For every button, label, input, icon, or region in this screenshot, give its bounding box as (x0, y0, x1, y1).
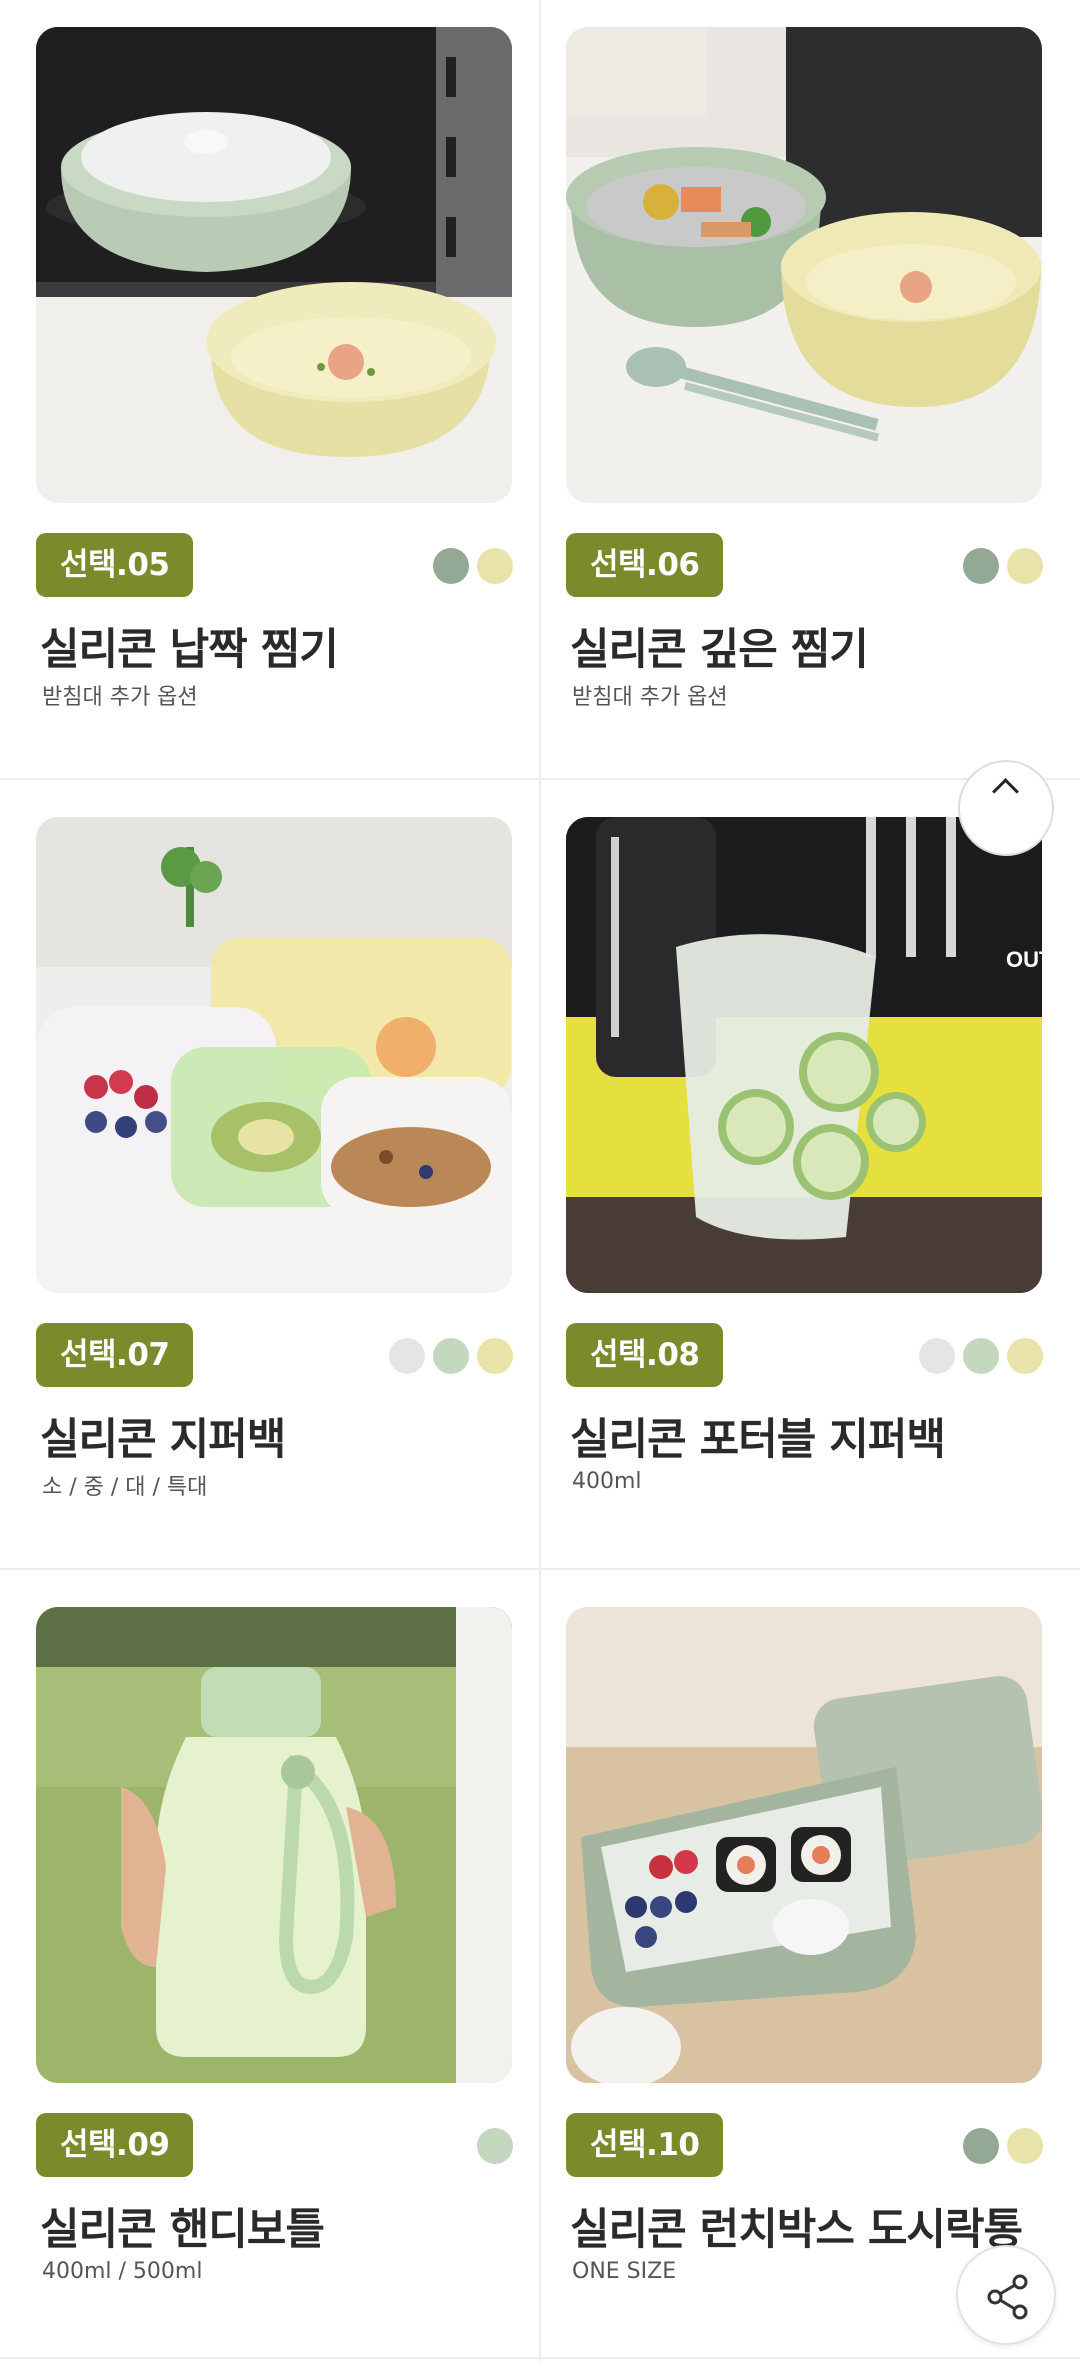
color-swatch[interactable] (963, 548, 999, 584)
product-title[interactable]: 실리콘 깊은 찜기 (570, 615, 869, 677)
color-swatches (477, 2128, 513, 2164)
product-image[interactable] (566, 1607, 1042, 2083)
color-swatch[interactable] (433, 548, 469, 584)
brand-badge: OUT (1006, 947, 1042, 972)
product-image[interactable] (566, 27, 1042, 503)
product-title[interactable]: 실리콘 런치박스 도시락통 (570, 2195, 1023, 2257)
color-swatch[interactable] (919, 1338, 955, 1374)
color-swatch[interactable] (1007, 548, 1043, 584)
color-swatch[interactable] (477, 548, 513, 584)
option-tag: 선택.09 (36, 2113, 194, 2177)
share-icon (987, 2274, 1028, 2320)
product-subtitle: 받침대 추가 옵션 (42, 685, 198, 710)
product-subtitle: 소 / 중 / 대 / 특대 (42, 1475, 208, 1500)
product-card[interactable]: OUT 선택.08 실리콘 포터블 지퍼백 400ml (530, 790, 1069, 1578)
color-swatch[interactable] (963, 1338, 999, 1374)
option-tag: 선택.07 (36, 1323, 194, 1387)
share-button[interactable] (956, 2245, 1056, 2345)
color-swatches (433, 548, 513, 584)
color-swatch[interactable] (477, 1338, 513, 1374)
product-image[interactable] (36, 817, 512, 1293)
option-tag: 선택.06 (566, 533, 724, 597)
color-swatches (389, 1338, 513, 1374)
product-title[interactable]: 실리콘 핸디보틀 (40, 2195, 325, 2257)
product-grid: 선택.05 실리콘 납짝 찜기 받침대 추가 옵션 선택.06 실리콘 깊은 찜… (0, 0, 1080, 2361)
product-title[interactable]: 실리콘 포터블 지퍼백 (570, 1405, 946, 1467)
option-tag: 선택.10 (566, 2113, 724, 2177)
product-subtitle: 400ml / 500ml (42, 2259, 203, 2284)
product-subtitle: 받침대 추가 옵션 (572, 685, 728, 710)
color-swatch[interactable] (963, 2128, 999, 2164)
product-subtitle: ONE SIZE (572, 2259, 677, 2284)
product-card[interactable]: 선택.05 실리콘 납짝 찜기 받침대 추가 옵션 (0, 0, 539, 788)
product-card[interactable]: 선택.09 실리콘 핸디보틀 400ml / 500ml (0, 1580, 539, 2368)
color-swatches (963, 548, 1043, 584)
product-subtitle: 400ml (572, 1469, 642, 1494)
color-swatch[interactable] (1007, 2128, 1043, 2164)
color-swatches (963, 2128, 1043, 2164)
product-image[interactable]: OUT (566, 817, 1042, 1293)
option-tag: 선택.08 (566, 1323, 724, 1387)
chevron-up-icon (992, 778, 1019, 805)
color-swatches (919, 1338, 1043, 1374)
color-swatch[interactable] (389, 1338, 425, 1374)
product-image[interactable] (36, 27, 512, 503)
color-swatch[interactable] (1007, 1338, 1043, 1374)
scroll-top-button[interactable] (958, 760, 1054, 856)
product-card[interactable]: 선택.06 실리콘 깊은 찜기 받침대 추가 옵션 (530, 0, 1069, 788)
product-image[interactable] (36, 1607, 512, 2083)
product-title[interactable]: 실리콘 지퍼백 (40, 1405, 286, 1467)
option-tag: 선택.05 (36, 533, 194, 597)
product-title[interactable]: 실리콘 납짝 찜기 (40, 615, 339, 677)
color-swatch[interactable] (433, 1338, 469, 1374)
color-swatch[interactable] (477, 2128, 513, 2164)
product-card[interactable]: 선택.07 실리콘 지퍼백 소 / 중 / 대 / 특대 (0, 790, 539, 1578)
